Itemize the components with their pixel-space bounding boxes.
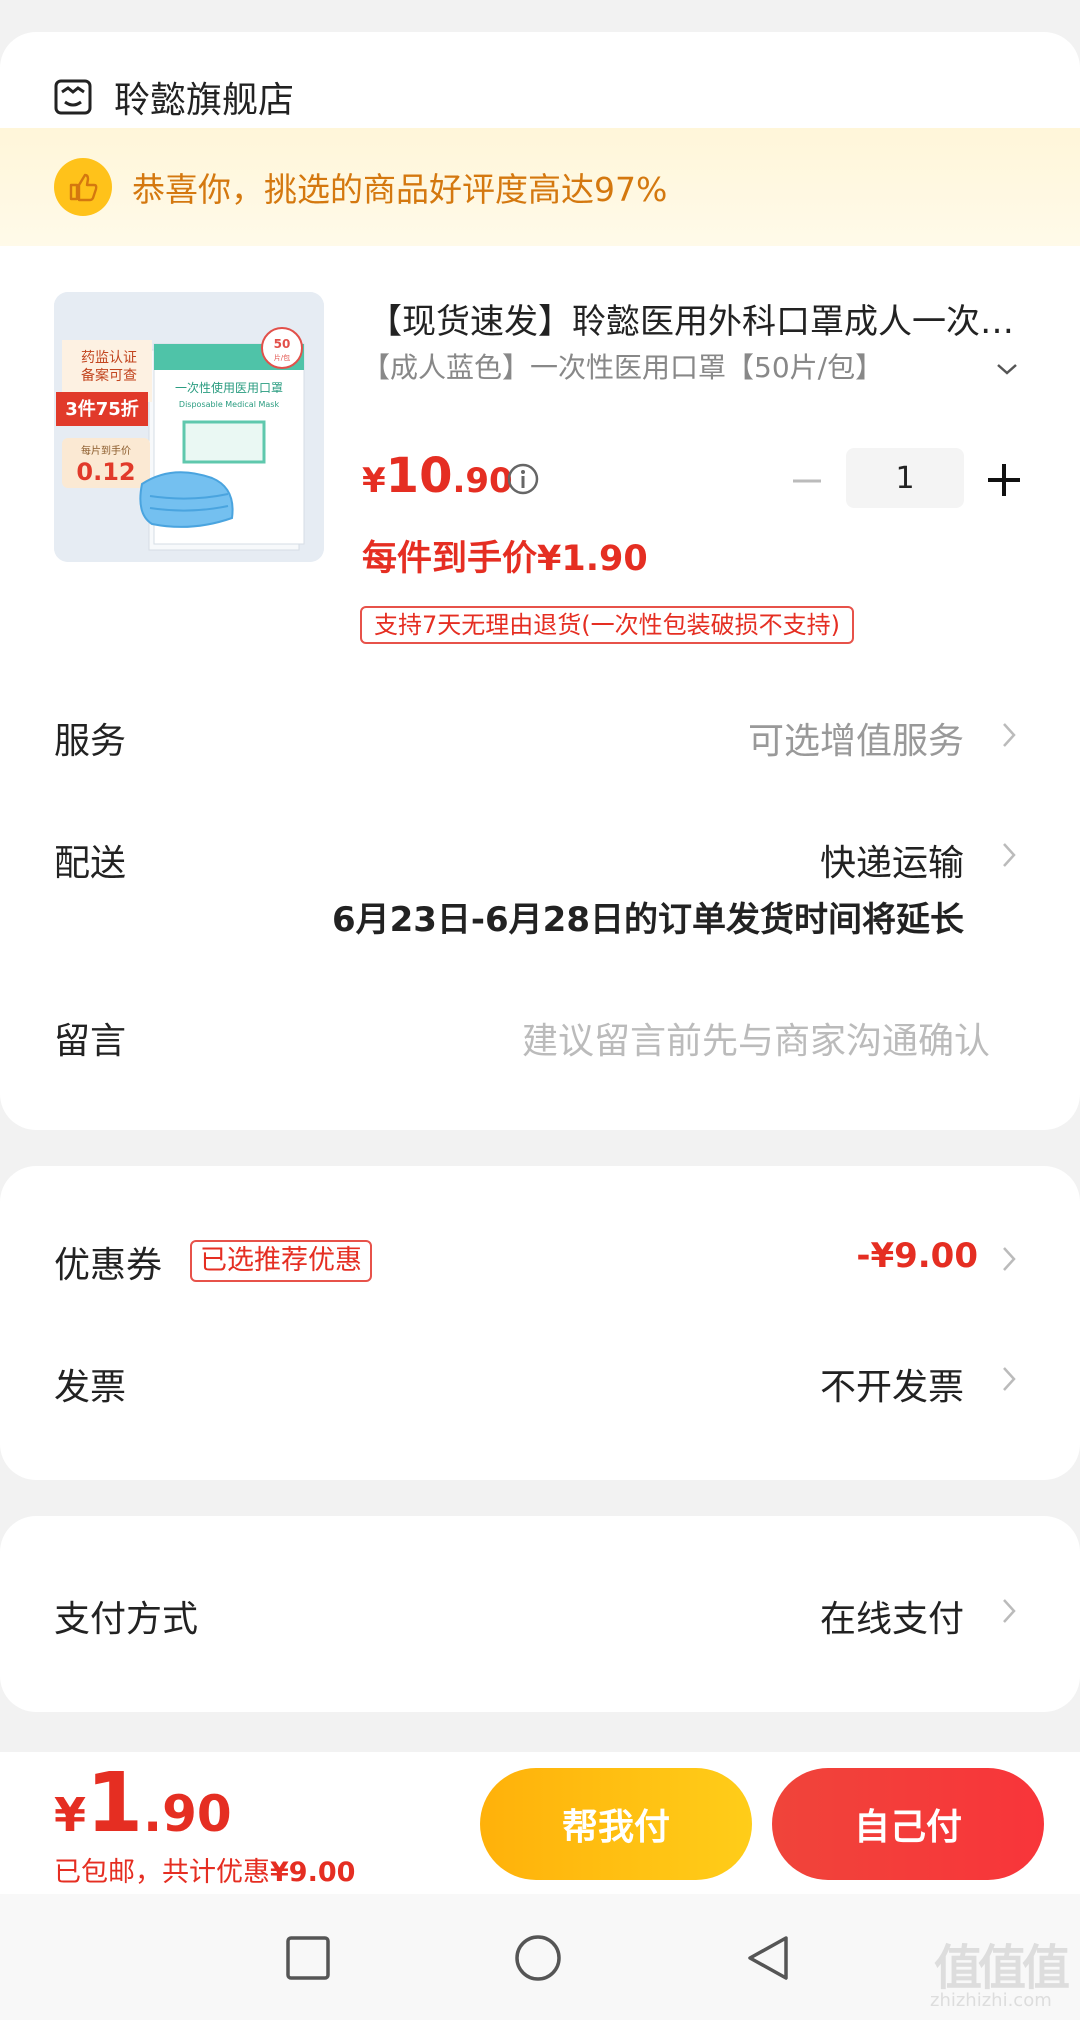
total-integer: 1 [86,1756,144,1851]
chevron-right-icon[interactable] [1000,840,1018,870]
help-pay-button[interactable]: 帮我付 [480,1768,752,1880]
price-integer: 10 [385,448,453,504]
chevron-down-icon[interactable] [996,358,1018,380]
unit-price: 每件到手价¥1.90 [362,539,648,579]
payment-label: 支付方式 [54,1599,199,1640]
image-unit-value: 0.12 [76,458,135,486]
self-pay-button[interactable]: 自己付 [772,1768,1044,1880]
delivery-delay-note: 6月23日-6月28日的订单发货时间将延长 [331,900,964,940]
discount-card [0,1166,1080,1480]
quantity-input[interactable]: 1 [846,448,964,508]
rating-banner: 恭喜你，挑选的商品好评度高达97% [0,128,1080,246]
thumbs-up-icon [54,158,112,216]
decrease-quantity-icon[interactable] [790,464,824,498]
invoice-value[interactable]: 不开发票 [820,1358,964,1410]
chevron-right-icon[interactable] [1000,1364,1018,1394]
message-label: 留言 [54,1021,127,1062]
back-icon[interactable] [744,1934,792,1982]
message-input[interactable]: 建议留言前先与商家沟通确认 [522,1012,990,1064]
invoice-label: 发票 [54,1367,127,1408]
product-price: ¥10.90 [362,448,513,504]
home-icon[interactable] [514,1934,562,1982]
chevron-right-icon[interactable] [1000,1244,1018,1274]
shipping-discount-text: 已包邮，共计优惠 [54,1857,270,1888]
coupon-value[interactable]: -¥9.00 [856,1236,978,1276]
watermark-url: zhizhizhi.com [930,1990,1052,2011]
image-promo-text: 3件75折 [65,398,139,420]
store-name: 聆懿旗舰店 [114,80,295,121]
recent-apps-icon[interactable] [284,1934,332,1982]
payment-value[interactable]: 在线支付 [820,1590,964,1642]
total-symbol: ¥ [54,1788,87,1842]
delivery-value[interactable]: 快递运输 [820,834,964,886]
image-cert-text: 药监认证 [81,350,137,366]
product-spec[interactable]: 【成人蓝色】一次性医用口罩【50片/包】 [362,346,962,386]
image-pack-subtitle: Disposable Medical Mask [179,400,280,409]
total-price: ¥1.90 [54,1756,232,1851]
image-cert2-text: 备案可查 [81,367,137,384]
return-policy-tag: 支持7天无理由退货(一次性包装破损不支持) [360,606,854,644]
info-icon[interactable] [506,462,540,496]
watermark: 值值值 [934,1940,1070,1996]
total-decimal: .90 [143,1785,232,1843]
rating-text: 恭喜你，挑选的商品好评度高达97% [132,170,668,209]
image-pack-title: 一次性使用医用口罩 [175,380,283,395]
service-label: 服务 [54,721,127,762]
price-decimal: .90 [452,461,513,501]
chevron-right-icon[interactable] [1000,1596,1018,1626]
product-title[interactable]: 【现货速发】聆懿医用外科口罩成人一次性医用口罩 [368,294,1028,343]
store-icon [54,79,92,115]
price-symbol: ¥ [362,461,386,501]
chevron-right-icon[interactable] [1000,720,1018,750]
total-note: 已包邮，共计优惠¥9.00 [54,1850,355,1889]
image-unit-label: 每片到手价 [81,444,131,457]
image-pack-count: 50 [274,337,291,351]
increase-quantity-icon[interactable] [986,462,1022,498]
image-pack-unit: 片/包 [274,353,290,362]
delivery-label: 配送 [54,843,127,884]
service-value[interactable]: 可选增值服务 [748,712,964,764]
discount-amount: ¥9.00 [270,1857,356,1888]
coupon-label: 优惠券 [54,1245,163,1286]
coupon-tag: 已选推荐优惠 [190,1240,372,1282]
product-image[interactable]: 药监认证 备案可查 3件75折 每片到手价 0.12 50 片/包 一次性使用医… [54,292,324,562]
store-header[interactable]: 聆懿旗舰店 [54,62,294,132]
